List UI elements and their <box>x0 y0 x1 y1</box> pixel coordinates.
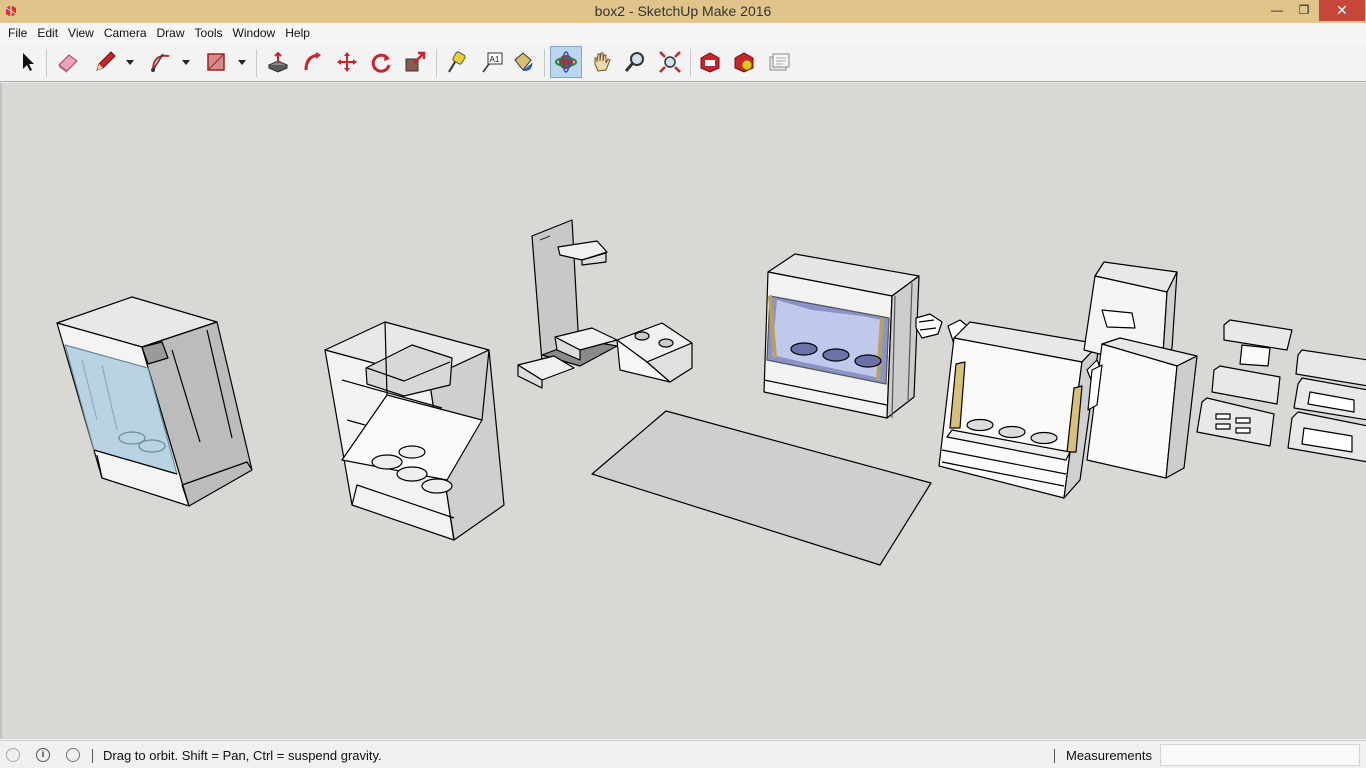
layout-icon <box>769 53 790 71</box>
menu-camera[interactable]: Camera <box>99 23 152 43</box>
sketchup-window: box2 - SketchUp Make 2016 — ❐ ✕ File Edi… <box>0 0 1366 768</box>
window-title: box2 - SketchUp Make 2016 <box>594 3 772 19</box>
extension-icon <box>734 52 754 73</box>
rectangle-tool[interactable] <box>200 46 232 78</box>
pan-tool[interactable] <box>585 46 617 78</box>
status-hint-text: Drag to orbit. Shift = Pan, Ctrl = suspe… <box>103 748 382 763</box>
text-label-icon: A1 <box>482 52 503 73</box>
eraser-tool[interactable] <box>52 46 84 78</box>
tape-measure-tool[interactable] <box>441 46 473 78</box>
tall-box-parts-model <box>1083 261 1198 479</box>
rotate-tool[interactable] <box>365 46 397 78</box>
toolbar-separator <box>544 49 545 77</box>
zoom-tool[interactable] <box>619 46 651 78</box>
push-pull-icon <box>267 51 289 73</box>
wood-frame-box-model <box>938 321 1103 499</box>
menu-edit[interactable]: Edit <box>32 23 63 43</box>
toolbar-separator <box>46 49 47 77</box>
rotate-icon <box>371 53 391 73</box>
menu-window[interactable]: Window <box>228 23 281 43</box>
chevron-down-icon[interactable] <box>125 54 135 70</box>
menu-tools[interactable]: Tools <box>190 23 228 43</box>
menu-help[interactable]: Help <box>280 23 315 43</box>
follow-me-icon <box>304 52 321 71</box>
open-frame-model <box>324 321 505 541</box>
move-icon <box>337 52 357 72</box>
status-bar: i Drag to orbit. Shift = Pan, Ctrl = sus… <box>0 740 1366 768</box>
zoom-extents-tool[interactable] <box>654 46 686 78</box>
maximize-button[interactable]: ❐ <box>1290 0 1318 21</box>
tape-measure-icon <box>448 51 466 73</box>
scale-tool[interactable] <box>399 46 431 78</box>
text-tool-glyph: A1 <box>490 55 500 64</box>
status-separator <box>92 749 93 763</box>
layout-tool[interactable] <box>763 46 795 78</box>
chevron-down-icon[interactable] <box>181 54 191 70</box>
magnifier-icon <box>624 52 644 72</box>
extension-warehouse-tool[interactable] <box>728 46 760 78</box>
warehouse-icon <box>700 52 720 73</box>
close-button[interactable]: ✕ <box>1319 0 1365 21</box>
paint-bucket-icon <box>514 52 533 71</box>
follow-me-tool[interactable] <box>297 46 329 78</box>
title-bar: box2 - SketchUp Make 2016 — ❐ ✕ <box>0 0 1366 23</box>
large-tool-set-toolbar: A1 <box>0 43 1366 82</box>
status-separator <box>1054 749 1055 763</box>
line-tool[interactable] <box>89 46 121 78</box>
menu-bar: File Edit View Camera Draw Tools Window … <box>0 23 1366 43</box>
menu-file[interactable]: File <box>3 23 32 43</box>
menu-view[interactable]: View <box>63 23 99 43</box>
pencil-icon <box>96 51 116 71</box>
chevron-down-icon[interactable] <box>237 54 247 70</box>
orbit-icon <box>555 51 577 73</box>
toolbar-separator <box>690 49 691 77</box>
scale-icon <box>405 51 426 72</box>
hand-icon <box>594 52 611 72</box>
minimize-button[interactable]: — <box>1264 0 1290 21</box>
arc-icon <box>151 53 170 72</box>
arc-tool[interactable] <box>145 46 177 78</box>
orbit-tool[interactable] <box>550 46 582 78</box>
zoom-extents-icon <box>659 51 681 73</box>
eraser-icon <box>58 54 78 73</box>
select-tool[interactable] <box>11 46 43 78</box>
push-pull-tool[interactable] <box>262 46 294 78</box>
credits-info-icon[interactable]: i <box>36 748 50 762</box>
drawing-area-viewport[interactable] <box>0 83 1366 739</box>
glass-front-box-model <box>56 296 253 507</box>
measurements-label: Measurements <box>1066 748 1152 763</box>
measurements-input[interactable] <box>1160 744 1360 766</box>
paint-bucket-tool[interactable] <box>507 46 539 78</box>
arrow-cursor-icon <box>23 53 34 71</box>
text-tool[interactable]: A1 <box>476 46 508 78</box>
bracket-parts-model <box>517 219 693 389</box>
toolbar-separator <box>256 49 257 77</box>
user-account-icon[interactable] <box>66 748 80 762</box>
geo-location-icon[interactable] <box>6 748 20 762</box>
model-scene <box>56 219 1366 566</box>
move-tool[interactable] <box>331 46 363 78</box>
flat-base-panel-model <box>591 410 932 566</box>
rectangle-icon <box>207 53 225 71</box>
toolbar-separator <box>436 49 437 77</box>
3d-warehouse-tool[interactable] <box>694 46 726 78</box>
purple-glass-cabinet-model <box>763 253 920 419</box>
menu-draw[interactable]: Draw <box>152 23 190 43</box>
cutout-plates-model <box>1196 319 1366 463</box>
